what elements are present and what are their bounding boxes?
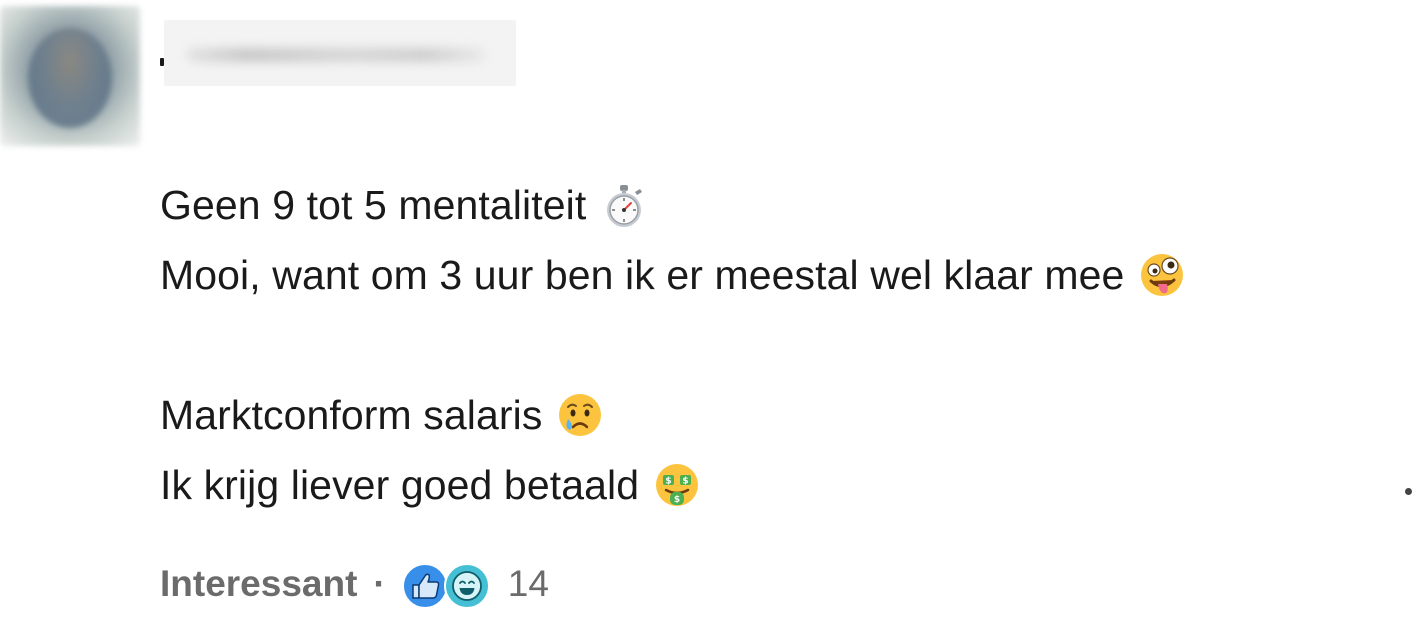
comment-line: Ik krijg liever goed betaald $ $ $ bbox=[160, 450, 1186, 520]
separator: · bbox=[373, 563, 386, 604]
stopwatch-icon bbox=[607, 185, 643, 227]
comment-line: Marktconform salaris bbox=[160, 380, 1186, 450]
comment-text: Marktconform salaris bbox=[160, 392, 543, 438]
author-name-redacted[interactable] bbox=[164, 20, 516, 86]
svg-text:$: $ bbox=[674, 495, 680, 505]
comment-text: Mooi, want om 3 uur ben ik er meestal we… bbox=[160, 252, 1125, 298]
reaction-count[interactable]: 14 bbox=[508, 563, 549, 605]
svg-text:$: $ bbox=[682, 477, 688, 487]
comment-text: Ik krijg liever goed betaald bbox=[160, 462, 640, 508]
avatar[interactable] bbox=[0, 6, 140, 146]
like-icon bbox=[401, 563, 448, 609]
comment-line: Mooi, want om 3 uur ben ik er meestal we… bbox=[160, 240, 1186, 310]
reaction-icons[interactable] bbox=[401, 560, 494, 609]
reaction-summary: Interessant · 14 bbox=[160, 556, 549, 612]
comment-body: Geen 9 tot 5 mentaliteit Mooi, want om 3… bbox=[160, 170, 1186, 520]
reaction-label[interactable]: Interessant bbox=[160, 563, 357, 605]
zany-face-icon bbox=[1141, 254, 1184, 296]
comment-line: Geen 9 tot 5 mentaliteit bbox=[160, 170, 1186, 240]
author-name-fragment bbox=[160, 58, 164, 66]
comment-text: Geen 9 tot 5 mentaliteit bbox=[160, 182, 587, 228]
overflow-dot bbox=[1405, 488, 1412, 495]
money-mouth-face-icon: $ $ $ bbox=[656, 464, 699, 506]
funny-icon bbox=[443, 563, 490, 609]
svg-text:$: $ bbox=[665, 477, 671, 487]
crying-face-icon bbox=[559, 394, 602, 436]
